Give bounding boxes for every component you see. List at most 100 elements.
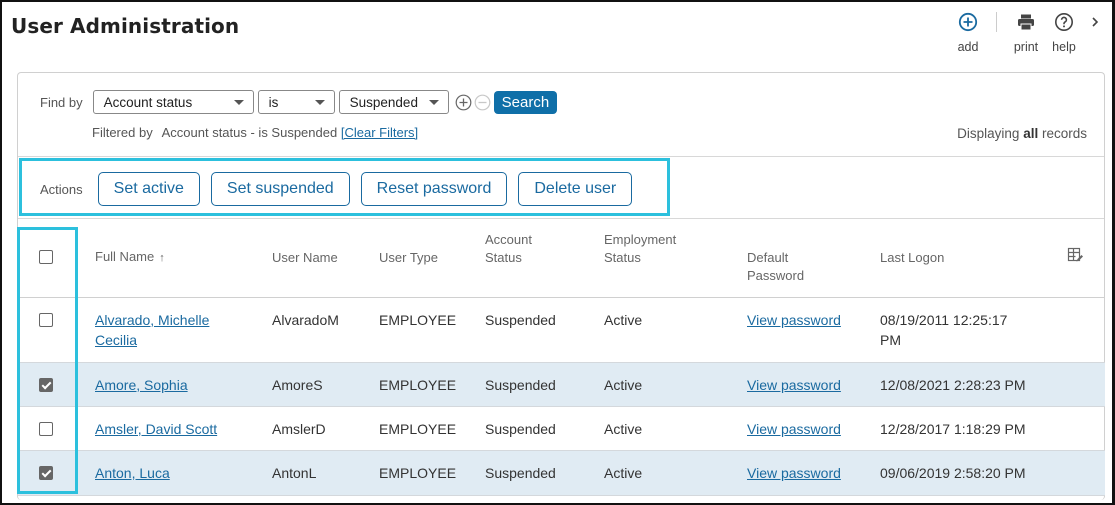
find-by-label: Find by [40, 94, 83, 110]
users-table: Full Name ↑ User Name User Type Account St… [18, 219, 1105, 496]
table-row: Alvarado, Michelle Cecilia AlvaradoM EMPL… [18, 297, 1105, 362]
user-type-cell: EMPLOYEE [379, 464, 457, 481]
filtered-by-text: Account status - is Suspended [161, 125, 338, 140]
account-status-header-line1: Account [485, 232, 532, 247]
actions-label: Actions [40, 181, 83, 197]
more-button[interactable] [1089, 10, 1101, 34]
help-circle-icon [1054, 10, 1074, 34]
employment-status-header-line2: Status [604, 250, 641, 265]
full-name-header-label: Full Name [95, 249, 155, 265]
minus-circle-icon [474, 94, 491, 110]
last-logon-cell: 12/28/2017 1:18:29 PM [880, 420, 1026, 437]
search-button[interactable]: Search [493, 90, 558, 114]
chevron-down-icon [233, 99, 244, 105]
column-header-full-name[interactable]: Full Name ↑ [78, 219, 272, 297]
employment-status-cell: Active [604, 464, 643, 481]
user-list-panel: Find by Account status is Suspended Sear… [17, 72, 1105, 500]
set-active-button[interactable]: Set active [97, 172, 200, 206]
full-name-line1: Alvarado, Michelle [95, 311, 210, 328]
view-password-link[interactable]: View password [747, 465, 841, 481]
help-button[interactable]: help [1047, 10, 1081, 54]
user-name-cell: AlvaradoM [272, 311, 339, 328]
row-checkbox[interactable] [39, 465, 53, 480]
column-header-last-logon[interactable]: Last Logon [880, 219, 1045, 297]
table-row: Amore, Sophia AmoreS EMPLOYEE Suspended … [18, 362, 1105, 406]
view-password-link[interactable]: View password [747, 312, 841, 328]
account-status-cell: Suspended [485, 420, 556, 437]
add-button[interactable]: add [950, 10, 986, 54]
sort-ascending-icon: ↑ [159, 252, 165, 265]
select-all-checkbox[interactable] [39, 249, 53, 264]
full-name-link[interactable]: Alvarado, Michelle Cecilia [95, 312, 209, 348]
display-bold: all [1023, 126, 1039, 141]
account-status-cell: Suspended [485, 464, 556, 481]
print-label: print [1013, 40, 1039, 54]
full-name-line2: Cecilia [95, 331, 138, 348]
default-password-header-line1: Default [747, 250, 789, 265]
table-row: Amsler, David Scott AmslerD EMPLOYEE Sus… [18, 406, 1105, 450]
active-filter-summary: Filtered by Account status - is Suspende… [92, 125, 418, 140]
row-checkbox[interactable] [39, 377, 53, 392]
view-password-link[interactable]: View password [747, 421, 841, 437]
employment-status-cell: Active [604, 311, 643, 328]
display-suffix: records [1041, 126, 1087, 141]
remove-filter-button[interactable] [474, 94, 491, 111]
user-name-cell: AmoreS [272, 376, 323, 393]
printer-icon [1016, 10, 1036, 34]
actions-bar: Actions Set active Set suspended Reset p… [19, 158, 670, 216]
table-edit-icon [1067, 248, 1083, 262]
divider [18, 156, 1104, 157]
row-checkbox[interactable] [39, 421, 53, 436]
filter-field-value: Account status [103, 94, 193, 110]
chevron-down-icon [428, 99, 439, 105]
column-header-account-status[interactable]: Account Status [485, 219, 604, 297]
page-toolbar: add print help [950, 10, 1101, 60]
column-header-default-password[interactable]: Default Password [747, 219, 880, 297]
table-row: Anton, Luca AntonL EMPLOYEE Suspended Ac… [18, 450, 1105, 495]
employment-status-cell: Active [604, 376, 643, 393]
chevron-right-icon [1090, 10, 1100, 34]
default-password-header-line2: Password [747, 268, 805, 283]
set-suspended-button[interactable]: Set suspended [210, 172, 350, 206]
user-name-cell: AmslerD [272, 420, 326, 437]
account-status-cell: Suspended [485, 311, 556, 328]
employment-status-cell: Active [604, 420, 643, 437]
column-header-employment-status[interactable]: Employment Status [604, 219, 747, 297]
user-type-cell: EMPLOYEE [379, 420, 457, 437]
account-status-cell: Suspended [485, 376, 556, 393]
filter-operator-select[interactable]: is [257, 90, 335, 114]
filter-operator-value: is [268, 94, 279, 110]
plus-circle-icon [455, 94, 472, 110]
filtered-by-label: Filtered by [92, 125, 153, 140]
column-header-user-type[interactable]: User Type [379, 219, 485, 297]
toolbar-divider [996, 12, 997, 32]
filter-value-select[interactable]: Suspended [338, 90, 449, 114]
chevron-down-icon [314, 99, 325, 105]
last-logon-cell: 09/06/2019 2:58:20 PM [880, 464, 1026, 481]
column-header-user-name[interactable]: User Name [272, 219, 379, 297]
full-name-link[interactable]: Amore, Sophia [95, 377, 188, 393]
full-name-link[interactable]: Anton, Luca [95, 465, 170, 481]
user-type-cell: EMPLOYEE [379, 376, 457, 393]
add-label: add [957, 40, 979, 54]
page-title: User Administration [11, 14, 240, 38]
help-label: help [1052, 40, 1076, 54]
last-logon-cell: 12/08/2021 2:28:23 PM [880, 376, 1026, 393]
view-password-link[interactable]: View password [747, 377, 841, 393]
find-by-row: Find by Account status is Suspended Sear… [40, 90, 558, 114]
display-prefix: Displaying [957, 126, 1020, 141]
record-count-note: Displaying all records [957, 126, 1087, 141]
full-name-link[interactable]: Amsler, David Scott [95, 421, 217, 437]
user-name-cell: AntonL [272, 464, 317, 481]
delete-user-button[interactable]: Delete user [518, 172, 633, 206]
row-checkbox[interactable] [39, 312, 53, 327]
last-logon-cell: 08/19/2011 12:25:17 PM [880, 297, 1045, 362]
user-type-cell: EMPLOYEE [379, 311, 457, 328]
reset-password-button[interactable]: Reset password [360, 172, 508, 206]
filter-field-select[interactable]: Account status [92, 90, 254, 114]
add-filter-button[interactable] [455, 94, 472, 111]
print-button[interactable]: print [1009, 10, 1043, 54]
column-settings-button[interactable] [1045, 219, 1105, 297]
clear-filters-link[interactable]: [Clear Filters] [341, 125, 418, 140]
filter-value-value: Suspended [349, 94, 418, 110]
